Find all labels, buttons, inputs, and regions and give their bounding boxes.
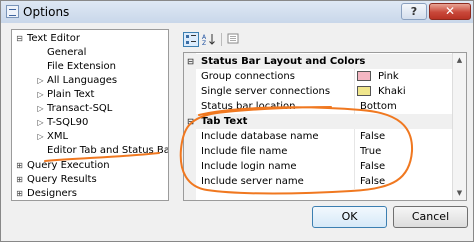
- property-row[interactable]: Status bar location Bottom: [184, 99, 466, 114]
- property-name: Include file name: [201, 146, 288, 157]
- property-name: Include server name: [201, 176, 304, 187]
- collapse-icon[interactable]: ⊟: [15, 34, 24, 43]
- tree-item-label: File Extension: [47, 61, 117, 72]
- expand-icon[interactable]: ⊞: [15, 161, 24, 170]
- tree-item-label: All Languages: [47, 75, 118, 86]
- help-button[interactable]: ?: [401, 3, 427, 20]
- property-grid[interactable]: ⊟ Status Bar Layout and Colors Group con…: [183, 52, 467, 201]
- category-status-bar-layout[interactable]: ⊟ Status Bar Layout and Colors: [184, 54, 466, 69]
- column-divider: [354, 174, 355, 189]
- property-row[interactable]: Single server connections Khaki: [184, 84, 466, 99]
- tree-item-label: XML: [47, 131, 69, 142]
- category-label: Status Bar Layout and Colors: [201, 56, 366, 67]
- property-name: Single server connections: [201, 86, 331, 97]
- property-name: Include database name: [201, 131, 319, 142]
- column-divider: [354, 99, 355, 114]
- property-row[interactable]: Include login name False: [184, 159, 466, 174]
- tree-item-label: Transact-SQL: [47, 103, 113, 114]
- property-name: Group connections: [201, 71, 295, 82]
- property-value[interactable]: Khaki: [378, 84, 406, 99]
- tree-item-label: General: [47, 47, 87, 58]
- tree-item-label: Designers: [27, 188, 77, 199]
- options-window-icon: [6, 5, 19, 18]
- vertical-scrollbar[interactable]: ▲ ▼: [452, 53, 466, 200]
- scroll-down-icon[interactable]: ▼: [453, 186, 466, 200]
- property-grid-toolbar: A Z: [183, 32, 241, 48]
- tree-item-label: Editor Tab and Status Bar: [47, 145, 169, 156]
- tree-item-label: Plain Text: [47, 89, 95, 100]
- category-tab-text[interactable]: ⊟ Tab Text: [184, 114, 466, 129]
- column-divider: [354, 69, 355, 84]
- property-pages-icon[interactable]: [225, 32, 241, 47]
- options-dialog: Options ? ✕ ⊟ Text Editor General File E…: [0, 0, 474, 242]
- categorized-icon[interactable]: [183, 32, 199, 47]
- collapse-icon[interactable]: ⊟: [186, 117, 195, 126]
- property-row[interactable]: Group connections Pink: [184, 69, 466, 84]
- column-divider: [354, 129, 355, 144]
- window-title: Options: [23, 5, 70, 19]
- tree-item-label: Text Editor: [27, 33, 80, 44]
- expand-arrow-icon[interactable]: ▷: [36, 118, 45, 127]
- column-divider: [354, 159, 355, 174]
- color-swatch: [357, 71, 371, 81]
- column-divider: [354, 144, 355, 159]
- expand-icon[interactable]: ⊞: [15, 189, 24, 198]
- category-label: Tab Text: [201, 116, 248, 127]
- property-row[interactable]: Include server name False: [184, 174, 466, 189]
- property-name: Status bar location: [201, 101, 296, 112]
- expand-arrow-icon[interactable]: ▷: [36, 76, 45, 85]
- expand-icon[interactable]: ⊞: [15, 175, 24, 184]
- property-value[interactable]: Bottom: [360, 99, 397, 114]
- toolbar-separator: [221, 33, 222, 46]
- tree-item-label: Query Results: [27, 174, 97, 185]
- expand-arrow-icon[interactable]: ▷: [36, 104, 45, 113]
- color-swatch: [357, 86, 371, 96]
- property-row[interactable]: Include file name True: [184, 144, 466, 159]
- property-value[interactable]: False: [360, 159, 385, 174]
- tree-item-label: Query Execution: [27, 160, 110, 171]
- property-row[interactable]: Include database name False: [184, 129, 466, 144]
- svg-text:Z: Z: [202, 40, 206, 46]
- ok-button[interactable]: OK: [312, 206, 387, 228]
- close-button[interactable]: ✕: [429, 3, 471, 20]
- column-divider: [354, 84, 355, 99]
- property-value[interactable]: True: [360, 144, 381, 159]
- alphabetical-sort-icon[interactable]: A Z: [201, 32, 217, 47]
- options-tree[interactable]: ⊟ Text Editor General File Extension ▷ A…: [11, 29, 169, 201]
- property-value[interactable]: False: [360, 129, 385, 144]
- property-value[interactable]: Pink: [378, 69, 399, 84]
- cancel-button[interactable]: Cancel: [393, 206, 468, 228]
- scroll-up-icon[interactable]: ▲: [453, 53, 466, 67]
- title-bar: Options ? ✕: [1, 1, 473, 23]
- expand-arrow-icon[interactable]: ▷: [36, 90, 45, 99]
- collapse-icon[interactable]: ⊟: [186, 57, 195, 66]
- property-name: Include login name: [201, 161, 297, 172]
- tree-item-label: T-SQL90: [47, 117, 89, 128]
- expand-arrow-icon[interactable]: ▷: [36, 132, 45, 141]
- property-value[interactable]: False: [360, 174, 385, 189]
